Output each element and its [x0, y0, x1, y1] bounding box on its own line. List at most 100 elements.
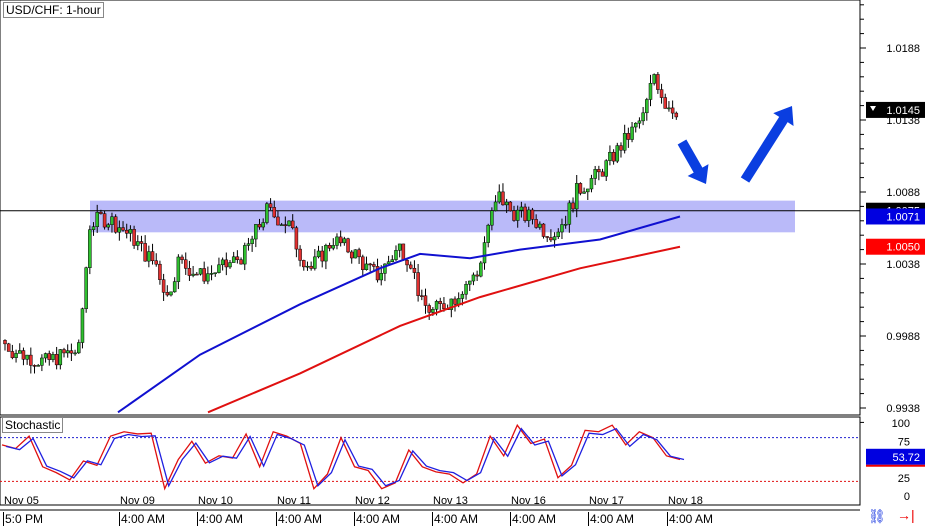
candle [597, 169, 601, 173]
candle [479, 262, 483, 277]
candle [663, 97, 667, 109]
candle [626, 133, 631, 140]
candle [434, 301, 439, 310]
down-arrow-icon-shape [677, 139, 709, 185]
candle [161, 279, 166, 293]
time-label: 5:0 PM [3, 512, 44, 526]
candle [209, 273, 214, 275]
candle [180, 256, 184, 261]
candle [3, 340, 7, 345]
candle [645, 99, 649, 114]
candle [523, 206, 527, 221]
candle [80, 308, 85, 343]
y-tick-label: 1.0188 [886, 43, 920, 55]
candle [619, 145, 623, 151]
candle [18, 350, 22, 354]
date-label: Nov 09 [120, 495, 155, 507]
price-label: 1.0145 [886, 105, 920, 117]
candle [508, 201, 513, 212]
candle [423, 295, 428, 306]
stochastic-tick-label: 0 [904, 491, 910, 503]
price-label: 1.0071 [886, 211, 920, 223]
date-label: Nov 17 [589, 495, 624, 507]
candle [420, 295, 424, 297]
time-label: 4:00 AM [119, 512, 166, 526]
time-label: 4:00 AM [588, 512, 635, 526]
candle [593, 169, 597, 179]
candle [563, 223, 568, 226]
candle [113, 216, 118, 233]
link-icon[interactable]: ⛓ [868, 508, 886, 525]
candle [368, 263, 372, 266]
candle [139, 241, 144, 244]
candle [206, 273, 210, 282]
candle [272, 207, 277, 218]
scroll-to-end-icon[interactable]: →| [897, 507, 915, 523]
forex-chart[interactable]: 1.01881.01381.00881.00380.99880.99381.01… [0, 0, 925, 525]
candle [527, 209, 531, 221]
candle [29, 354, 33, 366]
candle [442, 303, 446, 309]
candle [91, 226, 96, 230]
candle [217, 264, 221, 273]
stochastic-value: 53.72 [892, 452, 920, 464]
candle [110, 216, 114, 226]
date-label: Nov 12 [355, 495, 390, 507]
candle [305, 265, 310, 268]
y-tick-label: 1.0088 [886, 187, 920, 199]
time-label: 4:00 AM [510, 512, 557, 526]
candle [464, 283, 468, 295]
candle [353, 249, 358, 259]
candle [501, 191, 505, 206]
stochastic-pane [0, 416, 861, 506]
candle [667, 107, 671, 110]
candle [283, 224, 288, 226]
candle [656, 74, 660, 90]
y-tick-label: 0.9988 [886, 331, 920, 343]
time-label: 4:00 AM [354, 512, 401, 526]
candle [361, 256, 365, 270]
candle [615, 145, 620, 162]
up-arrow-icon [740, 106, 794, 183]
candle [95, 211, 99, 227]
candle [427, 305, 431, 313]
candle [239, 259, 243, 265]
candle [622, 133, 627, 151]
candle [106, 224, 111, 228]
candle [659, 89, 664, 98]
candle [276, 216, 280, 226]
candle [327, 245, 332, 249]
candle [335, 236, 339, 246]
date-label: Nov 10 [198, 495, 233, 507]
candle [147, 251, 151, 262]
candle [132, 229, 136, 246]
candle [552, 236, 557, 241]
candle [279, 224, 284, 226]
candle [390, 259, 395, 263]
candle [265, 203, 269, 223]
candle [652, 74, 656, 84]
candle [534, 219, 538, 228]
candle [73, 352, 77, 355]
candle [482, 242, 487, 264]
candle [386, 261, 391, 265]
candle [287, 220, 291, 226]
candle [99, 211, 103, 214]
candle [136, 241, 140, 246]
candle [331, 245, 336, 249]
candle [670, 107, 675, 114]
candle [243, 245, 247, 265]
candle [630, 126, 634, 140]
candle [560, 224, 564, 233]
candle [40, 357, 44, 366]
candle [320, 250, 324, 262]
candle [58, 349, 63, 366]
candle [582, 191, 586, 194]
candle [504, 201, 509, 206]
candle [545, 236, 549, 238]
candle [257, 224, 262, 228]
candle [102, 213, 107, 228]
candle [69, 350, 74, 354]
date-label: Nov 16 [511, 495, 546, 507]
candle [608, 151, 612, 161]
